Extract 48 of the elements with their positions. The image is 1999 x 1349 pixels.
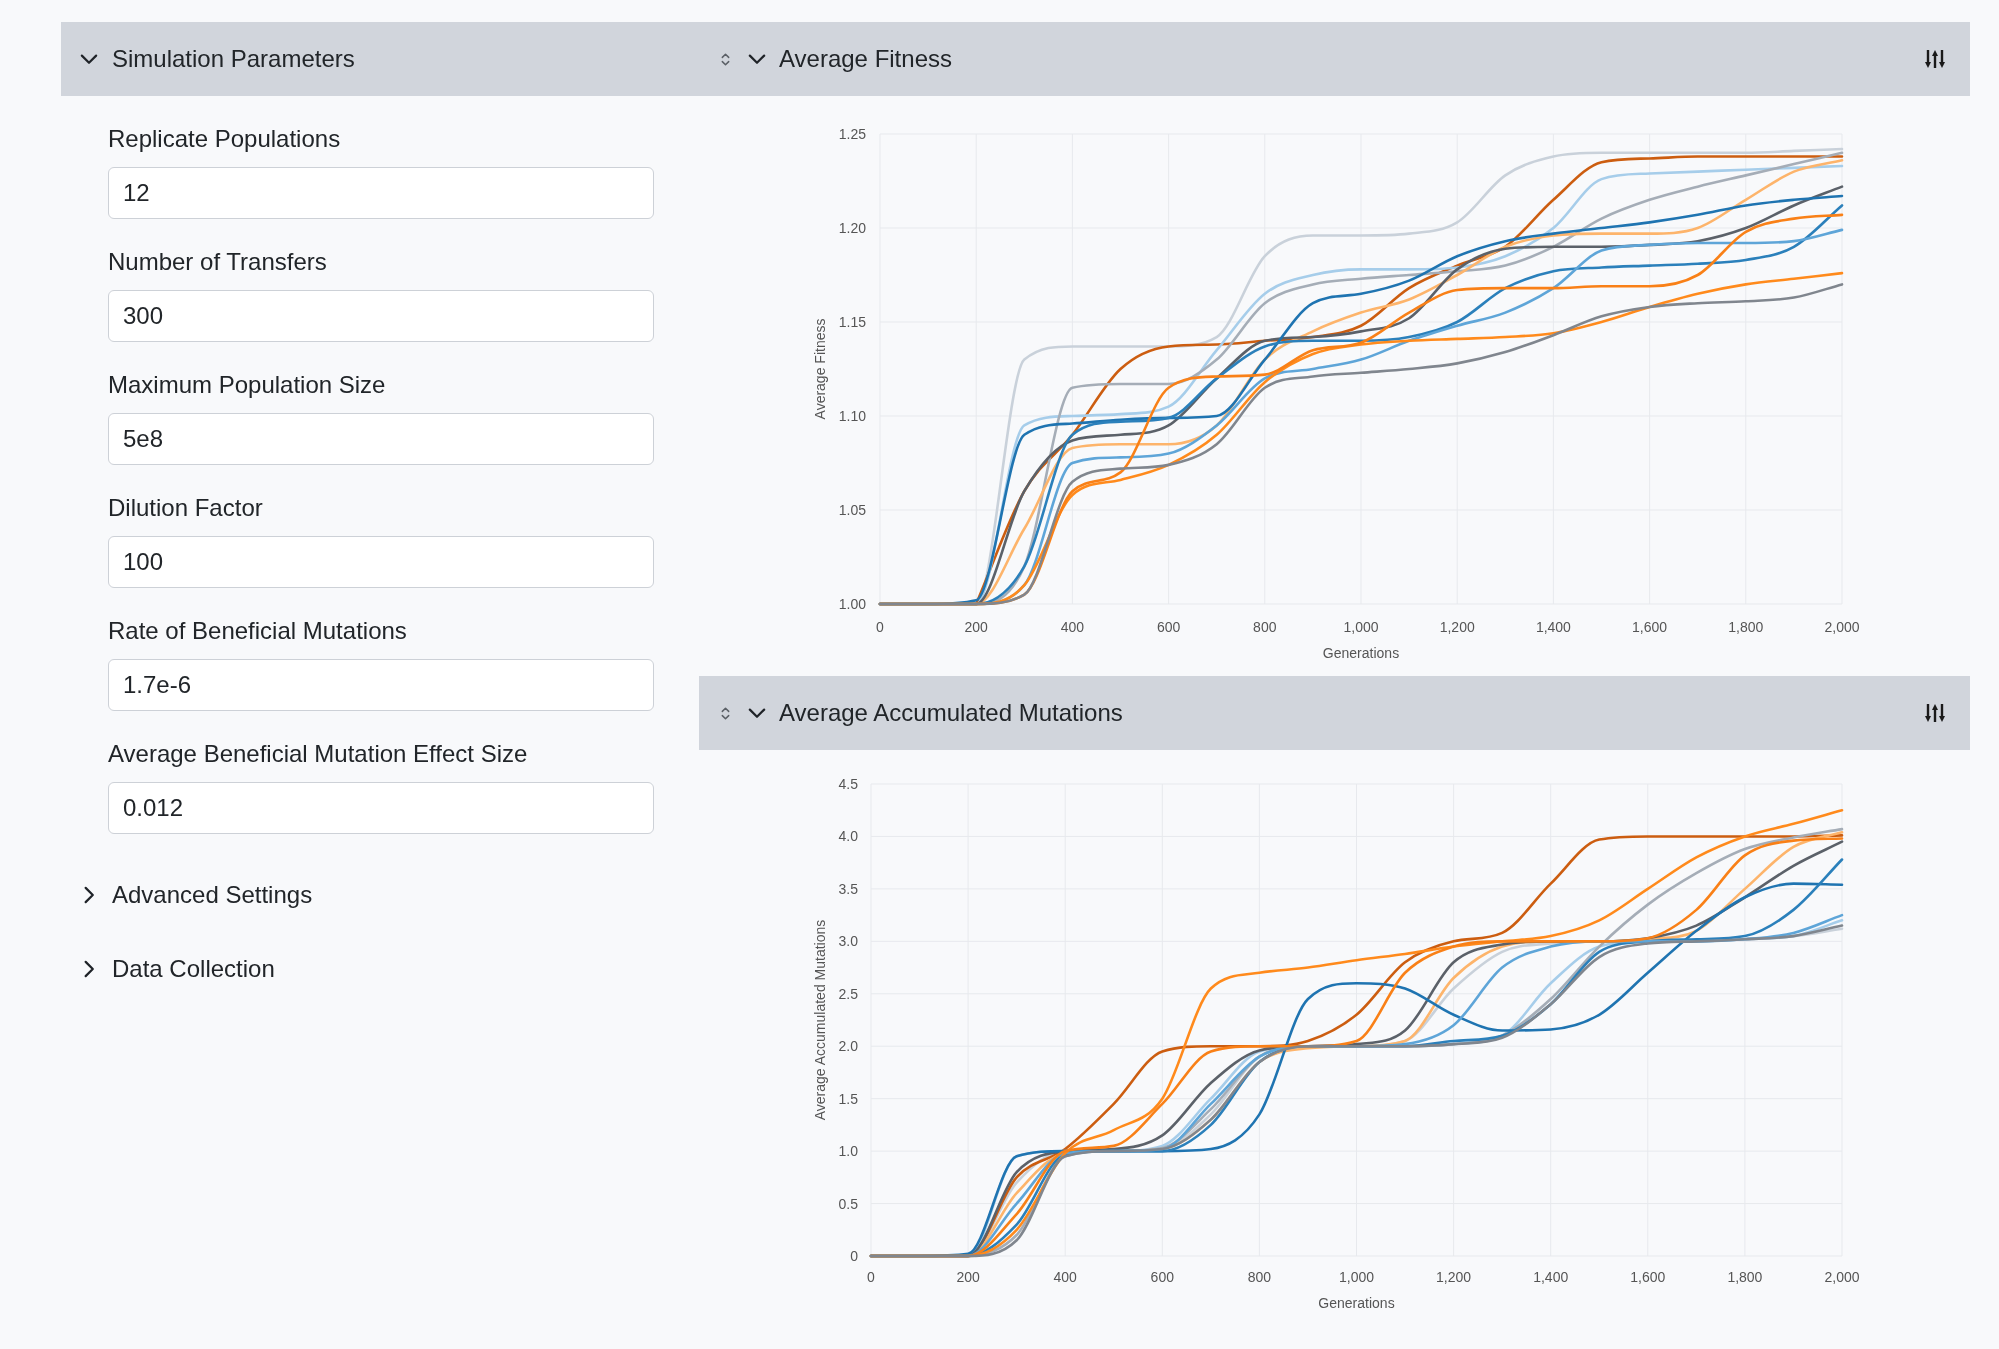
axis-tick-label: 2.5 <box>838 985 858 1002</box>
axis-tick-label: 1,800 <box>1727 1269 1763 1285</box>
axis-tick-label: 200 <box>964 619 988 635</box>
axis-tick-label: 0 <box>850 1248 858 1264</box>
field-label: Average Beneficial Mutation Effect Size <box>108 740 528 768</box>
field-label: Rate of Beneficial Mutations <box>108 617 407 645</box>
axis-tick-label: 1,800 <box>1728 619 1764 635</box>
axis-tick-label: 1,000 <box>1339 1269 1374 1285</box>
axis-tick-label: 1.0 <box>838 1143 858 1160</box>
field-label: Replicate Populations <box>108 125 341 153</box>
axis-tick-label: 4.0 <box>838 828 858 845</box>
axis-tick-label: 0.5 <box>838 1195 858 1212</box>
axis-tick-label: 600 <box>1150 1269 1174 1285</box>
axis-tick-label: 800 <box>1253 619 1277 635</box>
axis-tick-label: 4.5 <box>838 776 858 792</box>
axis-tick-label: 1,400 <box>1533 1269 1569 1285</box>
axis-tick-label: 1.25 <box>838 126 866 142</box>
axis-tick-label: 200 <box>956 1269 980 1285</box>
axis-tick-label: 800 <box>1247 1269 1272 1285</box>
axis-tick-label: 1.20 <box>838 220 866 236</box>
axis-tick-label: 1.5 <box>838 1090 858 1107</box>
axis-tick-label: 1,600 <box>1632 619 1668 635</box>
axis-tick-label: 3.5 <box>838 880 858 897</box>
axis-title: Generations <box>1318 1295 1395 1311</box>
axis-tick-label: 600 <box>1156 619 1181 635</box>
axis-tick-label: 2,000 <box>1824 619 1860 635</box>
axis-tick-label: 2.0 <box>838 1038 858 1055</box>
axis-tick-label: 1,200 <box>1436 1269 1472 1285</box>
field-label: Maximum Population Size <box>108 371 386 399</box>
axis-title: Generations <box>1322 645 1400 661</box>
axis-tick-label: 0 <box>867 1269 875 1285</box>
axis-tick-label: 1,600 <box>1630 1269 1666 1285</box>
axis-tick-label: 1,000 <box>1343 619 1379 635</box>
axis-tick-label: 1.05 <box>838 502 866 518</box>
field-label: Number of Transfers <box>108 248 327 276</box>
axis-tick-label: 1.10 <box>838 408 866 424</box>
axis-tick-label: 2,000 <box>1824 1269 1860 1285</box>
axis-tick-label: 3.0 <box>838 933 858 950</box>
axis-title: Average Accumulated Mutations <box>812 919 828 1121</box>
field-label: Dilution Factor <box>108 494 263 522</box>
axis-tick-label: 1.00 <box>838 596 866 612</box>
axis-tick-label: 400 <box>1060 619 1085 635</box>
axis-tick-label: 1.15 <box>838 314 866 330</box>
axis-tick-label: 0 <box>876 619 884 635</box>
axis-tick-label: 1,400 <box>1535 619 1571 635</box>
axis-tick-label: 1,200 <box>1439 619 1475 635</box>
axis-title: Average Fitness <box>812 318 828 420</box>
axis-tick-label: 400 <box>1053 1269 1077 1285</box>
